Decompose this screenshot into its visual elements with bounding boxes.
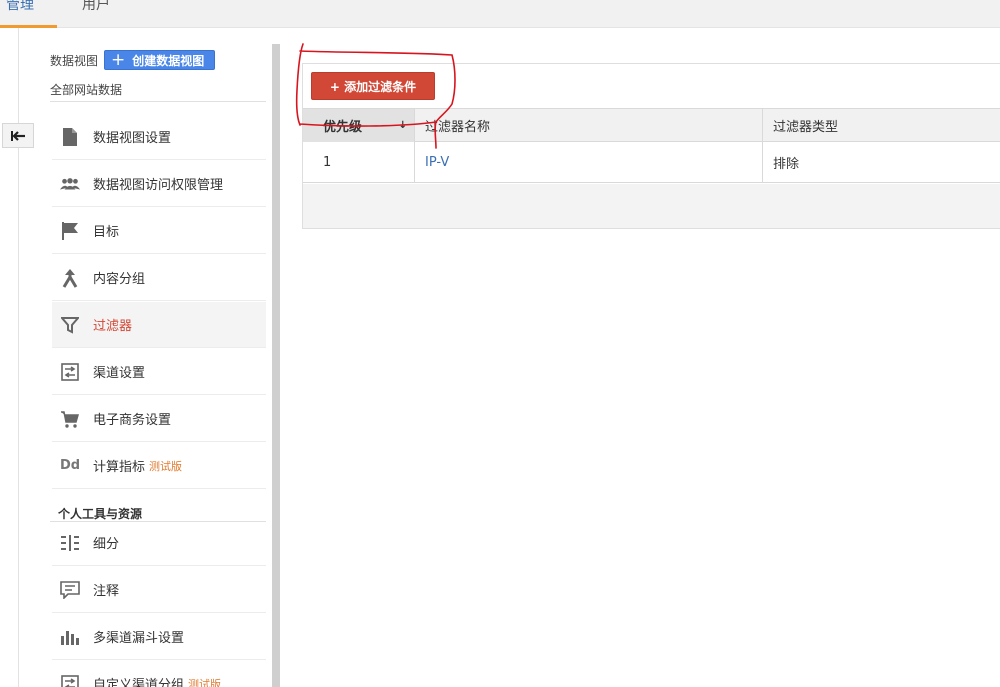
tab-user[interactable]: 用户 — [82, 0, 110, 14]
sidebar-item-calculated-metrics[interactable]: Dd 计算指标 测试版 — [52, 443, 266, 489]
plus-icon: + — [111, 49, 126, 70]
sidebar-scrollbar[interactable] — [272, 44, 280, 687]
sidebar-item-view-access[interactable]: 数据视图访问权限管理 — [52, 161, 266, 207]
divider — [50, 101, 266, 102]
sidebar-item-content-grouping[interactable]: 内容分组 — [52, 255, 266, 301]
sidebar-item-label: 多渠道漏斗设置 — [93, 631, 185, 646]
beta-badge: 测试版 — [149, 459, 183, 473]
merge-icon — [60, 268, 80, 288]
column-header-filter-type[interactable]: 过滤器类型 — [763, 109, 1000, 142]
cell-priority: 1 — [303, 142, 415, 182]
add-filter-button[interactable]: + 添加过滤条件 — [311, 72, 435, 100]
column-header-label: 过滤器类型 — [773, 120, 839, 135]
top-tab-bar: 管理 用户 — [0, 0, 1000, 28]
cell-filter-name: IP-V — [415, 142, 763, 182]
filter-icon — [60, 315, 80, 335]
create-view-button[interactable]: + 创建数据视图 — [104, 49, 216, 70]
sidebar-item-label: 细分 — [93, 537, 120, 552]
sort-down-icon[interactable]: ↓ — [399, 120, 407, 131]
sidebar-item-channel-settings[interactable]: 渠道设置 — [52, 349, 266, 395]
sidebar-item-filters[interactable]: 过滤器 — [52, 302, 266, 348]
users-icon — [60, 174, 80, 194]
column-header-filter-name[interactable]: 过滤器名称 — [415, 109, 763, 142]
create-view-label: 创建数据视图 — [132, 53, 205, 68]
channel-settings-icon — [60, 362, 80, 382]
cart-icon — [60, 409, 80, 429]
sidebar-item-label: 渠道设置 — [93, 366, 146, 381]
sidebar-item-label: 数据视图访问权限管理 — [93, 178, 224, 193]
sidebar-item-annotations[interactable]: 注释 — [52, 567, 266, 613]
sidebar-item-custom-channel-grouping[interactable]: 自定义渠道分组 测试版 — [52, 661, 266, 687]
segments-icon — [60, 533, 80, 553]
collapse-sidebar-button[interactable] — [2, 123, 34, 148]
custom-channel-icon — [60, 674, 80, 687]
column-header-label: 过滤器名称 — [425, 120, 491, 135]
tab-admin[interactable]: 管理 — [6, 0, 34, 14]
site-name: 全部网站数据 — [50, 83, 123, 97]
view-label: 数据视图 — [50, 53, 99, 68]
document-icon — [60, 127, 80, 147]
sidebar-item-label: 数据视图设置 — [93, 131, 172, 146]
sidebar-item-label: 电子商务设置 — [93, 413, 172, 428]
bar-chart-icon — [60, 627, 80, 647]
sidebar-item-goals[interactable]: 目标 — [52, 208, 266, 254]
back-arrow-icon — [11, 130, 25, 141]
admin-sidebar: 数据视图 + 创建数据视图 全部网站数据 数据视图设置 数据视图访问权限管理 目… — [50, 28, 266, 687]
sidebar-item-label: 目标 — [93, 225, 120, 240]
sidebar-item-label: 自定义渠道分组 — [93, 678, 185, 687]
dd-icon: Dd — [59, 458, 81, 473]
flag-icon — [60, 221, 80, 241]
table-header: 优先级 ↓ 过滤器名称 过滤器类型 — [303, 108, 1000, 142]
sidebar-item-segments[interactable]: 细分 — [52, 520, 266, 566]
filters-table: 优先级 ↓ 过滤器名称 过滤器类型 1 IP-V 排除 — [303, 108, 1000, 183]
sidebar-item-mcf-settings[interactable]: 多渠道漏斗设置 — [52, 614, 266, 660]
sidebar-item-ecommerce[interactable]: 电子商务设置 — [52, 396, 266, 442]
filter-name-link[interactable]: IP-V — [425, 155, 449, 170]
cell-filter-type: 排除 — [773, 156, 800, 172]
comment-icon — [60, 580, 80, 600]
column-header-priority[interactable]: 优先级 ↓ — [303, 109, 415, 142]
sidebar-item-label: 过滤器 — [93, 319, 133, 334]
view-selector-row: 数据视图 + 创建数据视图 — [50, 49, 216, 71]
table-row: 1 IP-V 排除 — [303, 142, 1000, 183]
sidebar-item-view-settings[interactable]: 数据视图设置 — [52, 114, 266, 160]
sidebar-item-label: 注释 — [93, 584, 120, 599]
table-footer — [303, 184, 1000, 228]
beta-badge: 测试版 — [188, 677, 222, 687]
column-header-label: 优先级 — [323, 120, 363, 135]
sidebar-item-label: 计算指标 — [93, 460, 146, 475]
active-tab-indicator — [0, 25, 57, 28]
sidebar-item-label: 内容分组 — [93, 272, 146, 287]
